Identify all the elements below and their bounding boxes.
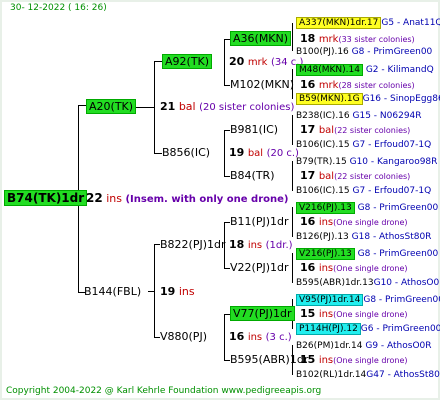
connector	[224, 130, 225, 176]
connector	[292, 115, 293, 145]
connector	[292, 161, 293, 191]
gen4-node[interactable]: M48(MKN).14 G2 - KilimandQ	[296, 64, 434, 76]
gen4-node[interactable]: B59(MKN).1GG16 - SinopEgg86R	[296, 93, 440, 105]
gen4-node[interactable]: B126(PJ).13 G18 - AthosSt80R	[296, 231, 431, 243]
gen2-info: 16 ins (3 c.)	[229, 330, 292, 343]
gen4-node[interactable]: B79(TR).15 G10 - Kangaroo98R	[296, 156, 437, 168]
gen4-node[interactable]: B102(RL)1dr.14G47 - AthosSt80R	[296, 369, 440, 381]
gen2-node[interactable]: A92(TK)	[162, 54, 213, 69]
connector	[148, 291, 154, 292]
gen2-info: 18 ins (1dr.)	[229, 238, 293, 251]
connector	[154, 61, 155, 153]
connector	[292, 253, 293, 283]
timestamp: 30- 12-2022 ( 16: 26)	[10, 3, 107, 13]
connector	[134, 107, 154, 108]
gen1-node[interactable]: B144(FBL)	[84, 285, 141, 299]
gen3-node[interactable]: B595(ABR)1dr	[230, 353, 308, 367]
gen2-info: 19 bal (20 c.)	[229, 146, 299, 159]
gen1-info: 21 bal (20 sister colonies)	[160, 100, 295, 113]
connector	[154, 153, 162, 154]
gen3-info: 16 ins(One single drone)	[300, 215, 408, 228]
connector	[224, 39, 225, 85]
connector	[292, 23, 293, 51]
gen3-info: 16 ins(One single drone)	[300, 261, 408, 274]
gen1-info: 19 ins	[160, 285, 195, 298]
connector	[292, 207, 293, 237]
gen3-info: 17 bal(22 sister colonies)	[300, 169, 411, 182]
gen3-info: 18 mrk(33 sister colonies)	[300, 32, 415, 45]
copyright-footer: Copyright 2004-2022 @ Karl Kehrle Founda…	[6, 386, 322, 396]
root-label: B74(TK)1dr	[4, 190, 88, 206]
gen4-node[interactable]: B100(PJ).16 G8 - PrimGreen00	[296, 46, 432, 58]
gen3-info: 15 ins(One single drone)	[300, 307, 408, 320]
gen2-node[interactable]: V880(PJ)	[160, 330, 207, 344]
gen3-info: 16 mrk(28 sister colonies)	[300, 78, 415, 91]
gen4-node[interactable]: V216(PJ).13 G8 - PrimGreen00	[296, 248, 438, 260]
root-info: 22 ins (Insem. with only one drone)	[86, 191, 289, 205]
gen4-node[interactable]: B106(IC).15 G7 - Erfoud07-1Q	[296, 139, 431, 151]
gen3-node[interactable]: V22(PJ)1dr	[230, 261, 289, 275]
gen3-node[interactable]: M102(MKN)	[230, 78, 294, 92]
gen4-node[interactable]: A337(MKN)1dr.17 G5 - Anat11Q	[296, 17, 440, 29]
connector	[154, 61, 162, 62]
gen3-node[interactable]: V77(PJ)1dr	[230, 306, 295, 321]
gen2-node[interactable]: B856(IC)	[162, 146, 210, 160]
gen4-node[interactable]: P114H(PJ).12 G6 - PrimGreen00	[296, 323, 440, 335]
gen4-node[interactable]: B26(PM)1dr.14 G9 - AthosO0R	[296, 340, 432, 352]
gen3-node[interactable]: B84(TR)	[230, 169, 275, 183]
gen3-node[interactable]: A36(MKN)	[230, 31, 292, 46]
connector	[78, 105, 86, 106]
gen3-node[interactable]: B11(PJ)1dr	[230, 215, 289, 229]
gen3-info: 17 bal(22 sister colonies)	[300, 123, 411, 136]
gen1-node[interactable]: A20(TK)	[86, 99, 137, 114]
root-queen[interactable]: B74(TK)1dr	[4, 190, 88, 206]
gen3-node[interactable]: B981(IC)	[230, 123, 278, 137]
connector	[224, 314, 225, 360]
gen4-node[interactable]: B106(IC).15 G7 - Erfoud07-1Q	[296, 185, 431, 197]
connector	[154, 244, 155, 337]
gen2-node[interactable]: B822(PJ)1dr	[160, 238, 226, 252]
gen2-info: 20 mrk (34 c.)	[229, 55, 304, 68]
gen4-node[interactable]: V216(PJ).13 G8 - PrimGreen00	[296, 202, 438, 214]
gen4-node[interactable]: B595(ABR)1dr.13G10 - AthosO0R	[296, 277, 440, 289]
gen4-node[interactable]: V95(PJ)1dr.14 G8 - PrimGreen00	[296, 294, 440, 306]
gen4-node[interactable]: B238(IC).16 G15 - N06294R	[296, 110, 422, 122]
gen3-info: 15 ins(One single drone)	[300, 353, 408, 366]
